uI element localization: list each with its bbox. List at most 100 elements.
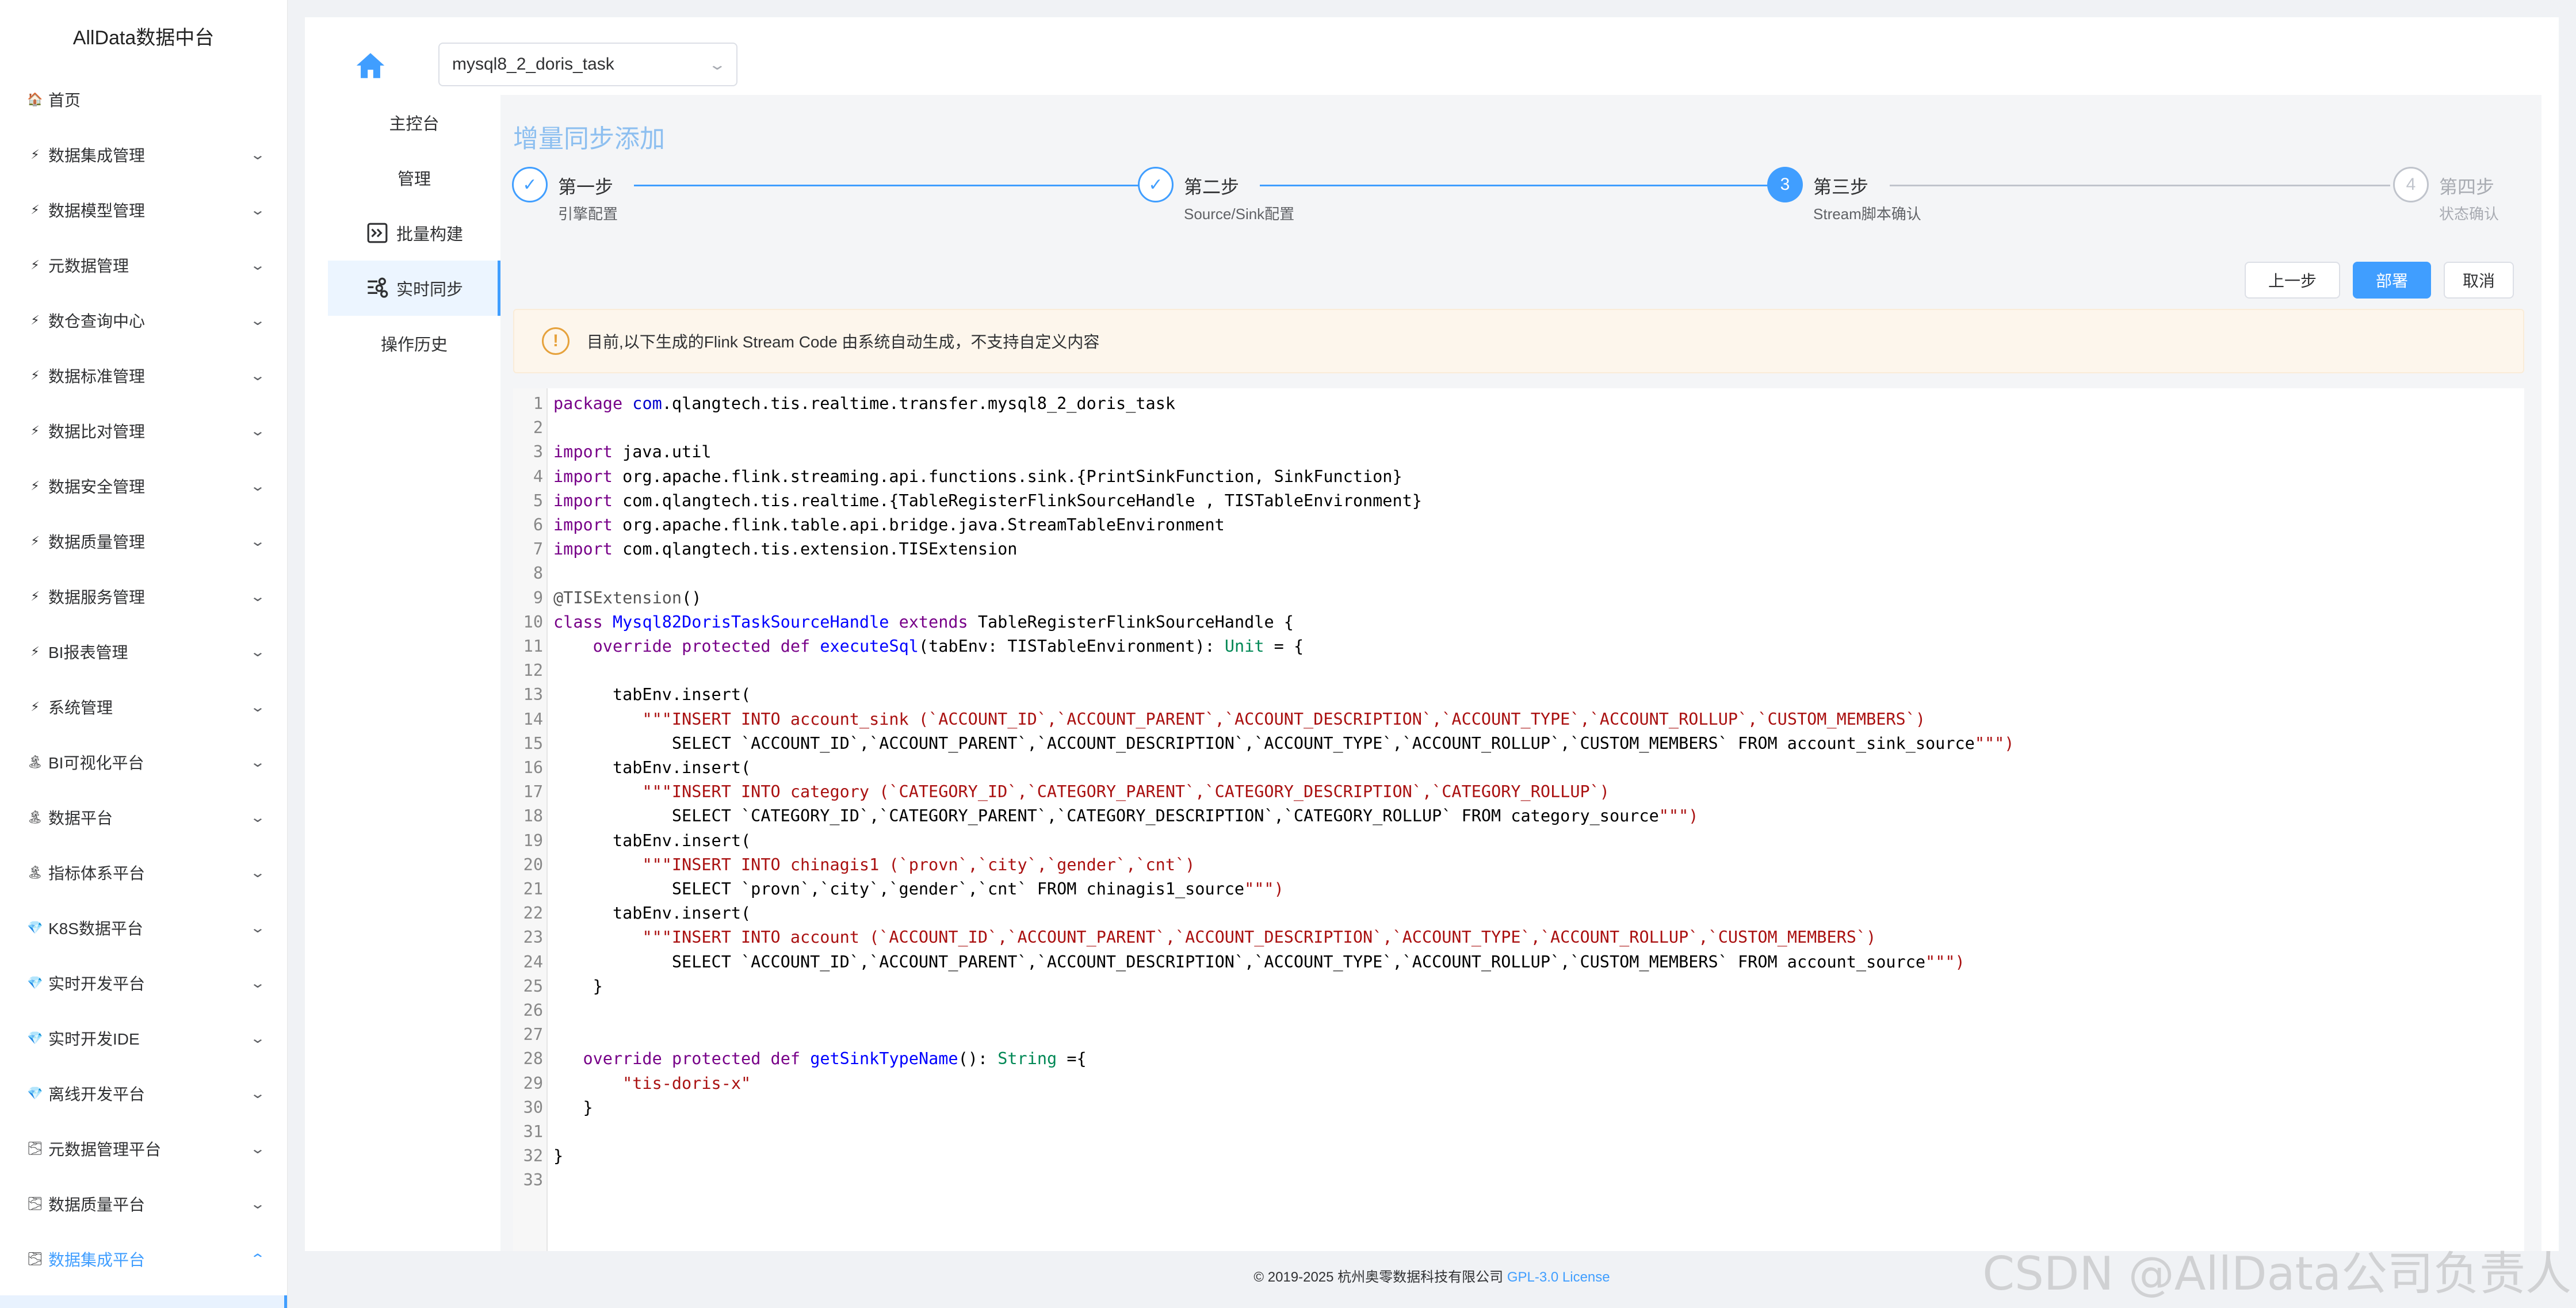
code-line: 17 """INSERT INTO category (`CATEGORY_ID… (513, 780, 2524, 804)
code-editor[interactable]: 1 package com.qlangtech.tis.realtime.tran… (513, 388, 2524, 1251)
sidebar-item-label: 实时开发IDE (48, 1030, 140, 1048)
code-line: 24 SELECT `ACCOUNT_ID`,`ACCOUNT_PARENT`,… (513, 950, 2524, 974)
code-text: override protected def executeSql(tabEnv… (593, 637, 1304, 656)
menu-item-batch-build[interactable]: 批量构建 (328, 205, 500, 261)
chevron-down-icon: ⌄ (249, 644, 266, 660)
check-icon: ✓ (1138, 167, 1174, 202)
gem-icon: 💎 (27, 1031, 43, 1045)
sidebar-item[interactable]: 🌫 数据质量平台 ⌄ (0, 1176, 287, 1231)
main-card: mysql8_2_doris_task ⌄ 主控台 管理 批量构建 实时同步 操… (305, 17, 2559, 1251)
cloud-icon: 🌫 (27, 1252, 43, 1266)
sidebar-item[interactable]: ⚡ 元数据管理 ⌄ (0, 238, 287, 293)
home-icon[interactable] (354, 49, 387, 82)
step-title: 第一步 (558, 177, 614, 197)
sidebar-item[interactable]: 🏝 数据平台 ⌄ (0, 790, 287, 845)
sidebar-item[interactable]: ⚡ 数据集成管理 ⌄ (0, 127, 287, 182)
chevron-down-icon: ⌄ (249, 809, 266, 825)
menu-item-manage[interactable]: 管理 (328, 150, 500, 205)
code-line: 14 """INSERT INTO account_sink (`ACCOUNT… (513, 707, 2524, 732)
sidebar-item[interactable]: ⚡ BI报表管理 ⌄ (0, 624, 287, 679)
step-connector (1890, 185, 2390, 186)
task-select[interactable]: mysql8_2_doris_task ⌄ (438, 43, 737, 86)
code-text: @TISExtension() (553, 588, 702, 607)
code-text: """INSERT INTO category (`CATEGORY_ID`,`… (642, 782, 1610, 802)
sidebar-item[interactable]: ⚡ 数据模型管理 ⌄ (0, 182, 287, 238)
code-text: import com.qlangtech.tis.realtime.{Table… (553, 491, 1422, 510)
code-line: 22 tabEnv.insert( (513, 901, 2524, 925)
steps-bar: ✓ 第一步 引擎配置 ✓ 第二步 Source/Sink配置 3 第三步 Str… (512, 167, 2525, 236)
task-select-value: mysql8_2_doris_task (452, 55, 614, 74)
sidebar-item-label: 数据服务管理 (48, 588, 146, 606)
menu-item-history[interactable]: 操作历史 (328, 316, 500, 371)
lightning-icon: ⚡ (30, 313, 40, 327)
code-line: 15 SELECT `ACCOUNT_ID`,`ACCOUNT_PARENT`,… (513, 732, 2524, 756)
chevron-down-icon: ⌄ (249, 423, 266, 439)
gem-icon: 💎 (27, 1086, 43, 1100)
code-text: """INSERT INTO chinagis1 (`provn`,`city`… (642, 855, 1195, 874)
sidebar-item[interactable]: 💎 K8S数据平台 ⌄ (0, 900, 287, 955)
code-text: SELECT `provn`,`city`,`gender`,`cnt` FRO… (553, 879, 1284, 898)
line-number: 18 (523, 806, 543, 826)
license-link[interactable]: GPL-3.0 License (1507, 1269, 1610, 1285)
deploy-button[interactable]: 部署 (2353, 262, 2431, 299)
code-line: 19 tabEnv.insert( (513, 829, 2524, 853)
sidebar-item[interactable]: ⚡ 数据服务管理 ⌄ (0, 569, 287, 624)
prev-step-button[interactable]: 上一步 (2245, 262, 2340, 299)
sidebar-item[interactable]: ⚡ 数据标准管理 ⌄ (0, 348, 287, 403)
sidebar-item[interactable]: 🌫 数据集成平台 ⌃ (0, 1231, 287, 1287)
code-line: 33 (513, 1168, 2524, 1192)
step-title: 第三步 (1813, 177, 1869, 197)
sidebar-item[interactable]: ⚡ 系统管理 ⌄ (0, 679, 287, 735)
cloud-icon: 🌫 (27, 1141, 43, 1156)
code-line: 2 (513, 416, 2524, 440)
line-number: 33 (523, 1171, 543, 1190)
menu-item-realtime-sync[interactable]: 实时同步 (328, 261, 500, 316)
code-text: tabEnv.insert( (553, 904, 751, 923)
menu-item-dashboard[interactable]: 主控台 (328, 95, 500, 150)
chevron-down-icon: ⌄ (249, 588, 266, 605)
lightning-icon: ⚡ (30, 644, 40, 659)
lightning-icon: ⚡ (30, 147, 40, 162)
line-number: 17 (523, 782, 543, 802)
code-text: SELECT `ACCOUNT_ID`,`ACCOUNT_PARENT`,`AC… (553, 733, 2015, 753)
sidebar-item[interactable]: 💎 离线开发平台 ⌄ (0, 1066, 287, 1121)
cancel-button[interactable]: 取消 (2444, 262, 2514, 299)
lightning-icon: ⚡ (30, 202, 40, 217)
code-line: 30 } (513, 1096, 2524, 1120)
sidebar-item[interactable]: ⚡ 数据质量管理 ⌄ (0, 514, 287, 569)
line-number: 27 (523, 1025, 543, 1045)
home-emoji-icon: 🏠 (27, 92, 43, 106)
watermark: CSDN @AllData公司负责人 (1982, 1247, 2571, 1301)
code-line: 32} (513, 1144, 2524, 1168)
menu-item-label: 操作历史 (380, 336, 448, 354)
sidebar-item[interactable]: 🏝 指标体系平台 ⌄ (0, 845, 287, 900)
sidebar-item-label: 首页 (48, 91, 81, 109)
batch-build-icon (365, 221, 389, 245)
sidebar-item[interactable]: 🏠 首页 (0, 72, 287, 127)
line-number: 29 (523, 1073, 543, 1093)
lightning-icon: ⚡ (30, 589, 40, 603)
code-line: 13 tabEnv.insert( (513, 683, 2524, 707)
line-number: 3 (533, 442, 543, 462)
sidebar-item[interactable]: ⚡ 数据比对管理 ⌄ (0, 403, 287, 458)
sidebar-item[interactable]: 💎 实时开发平台 ⌄ (0, 955, 287, 1011)
sidebar-item-label: 数据标准管理 (48, 368, 146, 385)
sidebar-item[interactable]: ⚡ 数据安全管理 ⌄ (0, 458, 287, 514)
sidebar-item[interactable]: 💎 实时开发IDE ⌄ (0, 1011, 287, 1066)
line-number: 19 (523, 831, 543, 850)
chevron-down-icon: ⌄ (249, 754, 266, 770)
line-number: 5 (533, 491, 543, 510)
sidebar-item-label: K8S数据平台 (48, 920, 143, 938)
step-number: 4 (2393, 167, 2429, 202)
sidebar-item[interactable]: 🌫 元数据管理平台 ⌄ (0, 1121, 287, 1176)
code-text: import org.apache.flink.streaming.api.fu… (553, 466, 1402, 486)
line-number: 25 (523, 976, 543, 996)
sidebar-item[interactable]: ⚡ 数仓查询中心 ⌄ (0, 293, 287, 348)
chevron-down-icon: ⌄ (249, 1085, 266, 1102)
sidebar-item-label: BI可视化平台 (48, 754, 144, 772)
line-number: 10 (523, 612, 543, 632)
chevron-up-icon: ⌃ (249, 1251, 266, 1267)
sidebar-item[interactable]: 🏝 BI可视化平台 ⌄ (0, 735, 287, 790)
line-number: 21 (523, 879, 543, 898)
island-icon: 🏝 (27, 810, 43, 824)
